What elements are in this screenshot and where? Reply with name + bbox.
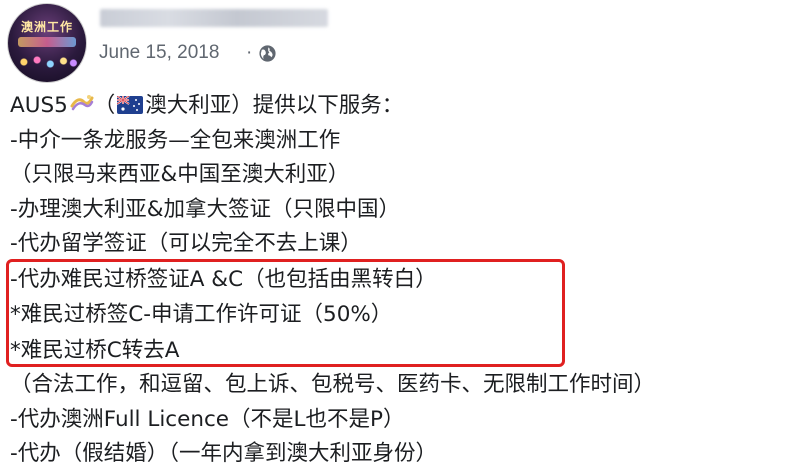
post-header: 澳洲工作 June 15, 2018 · [0, 0, 787, 88]
ribbon-icon [70, 92, 94, 114]
avatar-banner [18, 37, 76, 47]
post-line-2: -中介一条龙服务—全包来澳洲工作 [10, 128, 341, 153]
line1-paren: （ [93, 93, 116, 118]
avatar[interactable]: 澳洲工作 [8, 4, 86, 82]
post-line-11: -代办（假结婚）（一年内拿到澳大利亚身份） [10, 441, 438, 466]
post-line-1: AUS5 （ 澳大利亚）提供以下服务： [10, 91, 403, 121]
post-line-3: （只限马来西亚&中国至澳大利亚） [10, 162, 350, 187]
line1-suffix: 澳大利亚）提供以下服务： [145, 93, 404, 118]
post-line-5: -代办留学签证（可以完全不去上课） [10, 231, 362, 256]
date-separator: · [246, 42, 253, 63]
australia-flag-icon [116, 93, 144, 114]
avatar-decoration [14, 52, 80, 72]
post-line-4: -办理澳大利亚&加拿大签证（只限中国） [10, 197, 401, 222]
post-line-9: （合法工作，和逗留、包上诉、包税号、医药卡、无限制工作时间） [10, 372, 656, 397]
post-line-10: -代办澳洲Full Licence（不是L也不是P） [10, 407, 405, 432]
highlight-box [6, 259, 565, 367]
author-name-blurred[interactable] [100, 9, 328, 27]
line1-prefix: AUS5 [10, 93, 68, 118]
avatar-text: 澳洲工作 [20, 20, 73, 34]
post-date[interactable]: June 15, 2018 [99, 42, 219, 64]
globe-icon[interactable] [258, 44, 277, 63]
